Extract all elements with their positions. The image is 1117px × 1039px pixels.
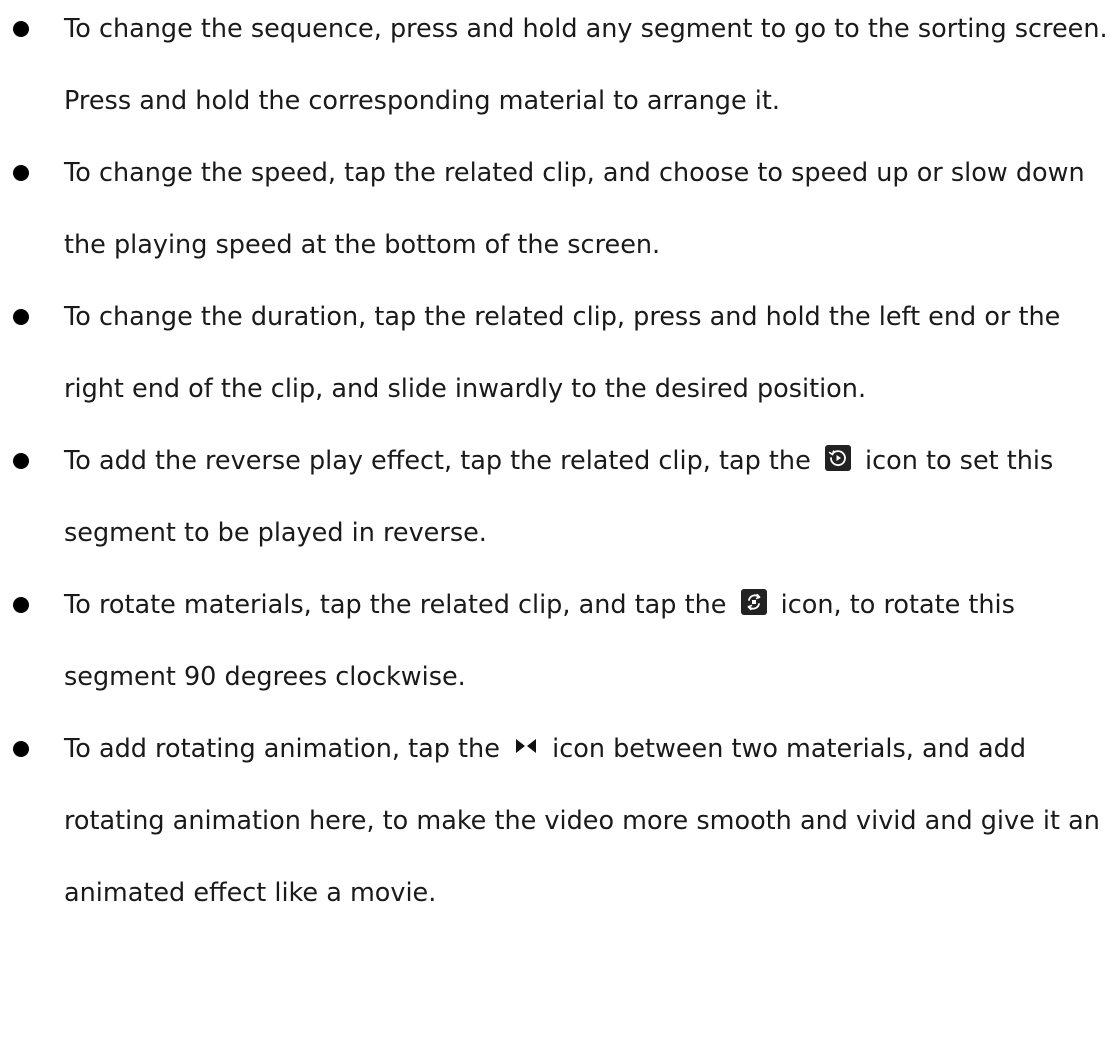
- bullet-dot: [13, 453, 29, 469]
- list-item-sequence: To change the sequence, press and hold a…: [0, 0, 1117, 137]
- item-text: To change the sequence, press and hold a…: [64, 14, 1108, 116]
- list-item-reverse: To add the reverse play effect, tap the …: [0, 425, 1117, 569]
- item-text-before: To add the reverse play effect, tap the …: [64, 446, 811, 476]
- document-page: To change the sequence, press and hold a…: [0, 0, 1117, 1032]
- bullet-dot: [13, 165, 29, 181]
- bullet-dot: [13, 597, 29, 613]
- reverse-play-icon: [824, 445, 851, 471]
- bullet-dot: [13, 741, 29, 757]
- rotate-icon: [740, 589, 767, 615]
- bullet-dot: [13, 21, 29, 37]
- list-item-animation: To add rotating animation, tap the icon …: [0, 713, 1117, 929]
- list-item-duration: To change the duration, tap the related …: [0, 281, 1117, 425]
- item-text: To change the speed, tap the related cli…: [64, 158, 1085, 260]
- transition-bowtie-icon: [514, 737, 538, 755]
- item-text: To change the duration, tap the related …: [64, 302, 1061, 404]
- list-item-rotate: To rotate materials, tap the related cli…: [0, 569, 1117, 713]
- item-text-before: To add rotating animation, tap the: [64, 734, 500, 764]
- item-text-before: To rotate materials, tap the related cli…: [64, 590, 727, 620]
- list-item-speed: To change the speed, tap the related cli…: [0, 137, 1117, 281]
- bullet-dot: [13, 309, 29, 325]
- bullet-list: To change the sequence, press and hold a…: [0, 0, 1117, 929]
